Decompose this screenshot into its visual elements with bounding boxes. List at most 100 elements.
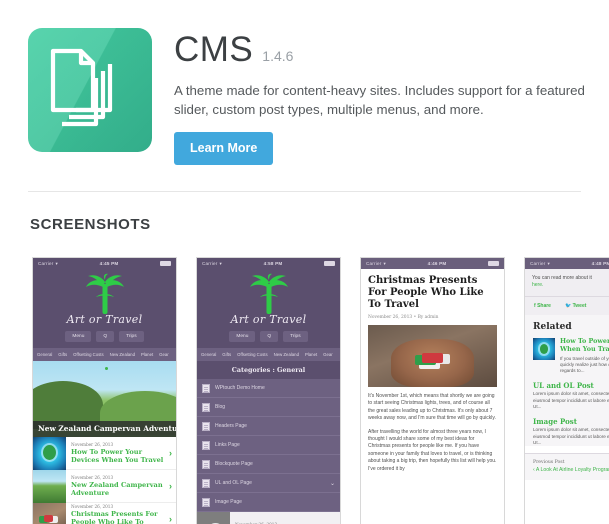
chevron-right-icon: › <box>169 514 172 524</box>
battery-icon <box>324 261 335 266</box>
nav-item[interactable]: New Zealand <box>274 352 299 357</box>
app-header: Art or Travel Menu Q Trips General Gifts… <box>197 269 340 361</box>
category-title: Categories : General <box>197 361 340 379</box>
share-bar: f Share 🐦 Tweet <box>525 296 609 316</box>
nav-item[interactable]: Offsetting Costs <box>237 352 268 357</box>
post-title: How To Power Your Devices When You Trave… <box>71 448 164 464</box>
nav-item[interactable]: Gear <box>323 352 333 357</box>
list-item[interactable]: Image Post Lorem ipsum dolor sit amet, c… <box>533 418 609 447</box>
header-button-row: Menu Q Trips <box>33 331 176 342</box>
theme-name: CMS <box>174 30 254 69</box>
theme-header: CMS 1.4.6 A theme made for content-heavy… <box>0 0 609 165</box>
list-item[interactable]: How To Power Your Devices When You Trave… <box>533 338 609 374</box>
post-title: Christmas Presents For People Who Like T… <box>71 510 158 524</box>
page-icon <box>202 421 210 431</box>
category-item-label: Image Page <box>215 499 242 505</box>
clock-label: 4:48 PM <box>591 261 609 266</box>
screenshot-thumbnail-category-list[interactable]: Carrier ▾ 4:58 PM Art or Travel Menu Q T… <box>196 257 341 524</box>
post-date: November 26, 2013 <box>71 504 114 509</box>
screenshots-rail[interactable]: Carrier ▾ 4:45 PM Art or Travel Menu Q T… <box>0 257 609 524</box>
page-icon <box>202 478 210 488</box>
gift-shape <box>422 352 443 363</box>
read-more-link[interactable]: here. <box>532 282 609 288</box>
facebook-share-button[interactable]: f Share <box>534 303 551 309</box>
trips-button[interactable]: Trips <box>119 331 144 342</box>
menu-button[interactable]: Menu <box>229 331 256 342</box>
related-title: How To Power Your Devices When You Trave… <box>560 337 609 353</box>
page-icon <box>202 459 210 469</box>
post-date: November 26, 2013 <box>71 475 114 480</box>
search-icon[interactable]: Q <box>260 331 279 342</box>
list-item[interactable]: Headers Page <box>197 417 340 436</box>
slider-caption: New Zealand Campervan Adventure <box>33 421 176 437</box>
post-list: November 26, 2013 How To Power Your Devi… <box>33 436 176 524</box>
previous-post-label: Previous Post <box>533 460 565 466</box>
article-paragraph: It's November 1st, which means that shor… <box>368 393 496 422</box>
clock-label: 4:45 PM <box>99 261 119 266</box>
phone-status-bar: Carrier ▾ 4:45 PM <box>33 258 176 269</box>
app-header: Art or Travel Menu Q Trips General Gifts… <box>33 269 176 361</box>
documents-stack-glyph <box>50 48 113 127</box>
nav-item[interactable]: Gear <box>159 352 169 357</box>
site-brand: Art or Travel <box>66 313 143 326</box>
twitter-share-button[interactable]: 🐦 Tweet <box>565 303 586 309</box>
chevron-right-icon: › <box>169 448 172 458</box>
documents-stack-icon <box>28 28 152 152</box>
search-icon[interactable]: Q <box>96 331 115 342</box>
screenshot-thumbnail-related-posts[interactable]: Carrier ▾ 4:48 PM You can read more abou… <box>524 257 609 524</box>
phone-status-bar: Carrier ▾ 4:58 PM <box>197 258 340 269</box>
nav-item[interactable]: Gifts <box>222 352 231 357</box>
article-tail: You can read more about it here. <box>525 269 609 297</box>
list-item[interactable]: November 26, 2013 How To Power Your Devi… <box>33 436 176 470</box>
menu-button[interactable]: Menu <box>65 331 92 342</box>
list-item[interactable]: Blockquote Page <box>197 455 340 474</box>
list-item[interactable]: Blog <box>197 398 340 417</box>
nav-item[interactable]: Gifts <box>58 352 67 357</box>
related-body: How To Power Your Devices When You Trave… <box>555 338 609 374</box>
page-icon <box>202 497 210 507</box>
page-icon <box>202 440 210 450</box>
post-title: New Zealand Campervan Adventure <box>71 481 163 497</box>
article-title: Christmas Presents For People Who Like T… <box>368 275 484 310</box>
list-item[interactable]: UL and OL Page ⌄ <box>197 474 340 493</box>
list-item[interactable]: WPtouch Demo Home <box>197 379 340 398</box>
phone-status-bar: Carrier ▾ 4:46 PM <box>361 258 504 269</box>
list-item[interactable]: November 26, 2013 New Zealand Campervan … <box>33 469 176 503</box>
battery-icon <box>160 261 171 266</box>
featured-slider[interactable]: New Zealand Campervan Adventure <box>33 361 176 437</box>
list-item[interactable]: Image Page <box>197 493 340 512</box>
category-nav-strip[interactable]: General Gifts Offsetting Costs New Zeala… <box>197 348 340 361</box>
related-excerpt: Lorem ipsum dolor sit amet, consectetur … <box>533 427 609 446</box>
related-excerpt: If you travel outside of your own countr… <box>560 355 609 374</box>
list-item[interactable]: November 26, 2013 Links Post › <box>197 512 340 524</box>
screenshot-thumbnail-home-slider[interactable]: Carrier ▾ 4:45 PM Art or Travel Menu Q T… <box>32 257 177 524</box>
theme-title-row: CMS 1.4.6 <box>174 32 609 67</box>
list-item[interactable]: Links Page <box>197 436 340 455</box>
section-divider <box>28 191 581 192</box>
category-item-label: UL and OL Page <box>215 480 252 486</box>
list-item[interactable]: UL and OL Post Lorem ipsum dolor sit ame… <box>533 382 609 411</box>
previous-post-link[interactable]: ‹ A Look At Airline Loyalty Programs <box>533 467 609 474</box>
list-item[interactable]: November 26, 2013 Christmas Presents For… <box>33 502 176 524</box>
nav-item[interactable]: General <box>201 352 216 357</box>
carrier-label: Carrier <box>366 261 382 266</box>
screenshot-thumbnail-single-article[interactable]: Carrier ▾ 4:46 PM Christmas Presents For… <box>360 257 505 524</box>
related-thumbnail <box>533 338 555 361</box>
nav-item[interactable]: Planet <box>141 352 153 357</box>
post-body: November 26, 2013 How To Power Your Devi… <box>66 442 164 464</box>
slider-dot-indicator[interactable] <box>104 367 108 370</box>
nav-item[interactable]: New Zealand <box>110 352 135 357</box>
learn-more-button[interactable]: Learn More <box>174 132 274 165</box>
nav-item[interactable]: Offsetting Costs <box>73 352 104 357</box>
chevron-down-icon[interactable]: ⌄ <box>330 480 335 487</box>
category-item-label: Links Page <box>215 442 240 448</box>
category-nav-strip[interactable]: General Gifts Offsetting Costs New Zeala… <box>33 348 176 361</box>
trips-button[interactable]: Trips <box>283 331 308 342</box>
nav-item[interactable]: Planet <box>305 352 317 357</box>
article-photo <box>368 325 497 387</box>
palm-tree-icon <box>85 273 124 314</box>
chevron-right-icon: › <box>169 481 172 491</box>
article-meta: November 26, 2013 • By admin <box>368 315 439 320</box>
header-button-row: Menu Q Trips <box>197 331 340 342</box>
nav-item[interactable]: General <box>37 352 52 357</box>
